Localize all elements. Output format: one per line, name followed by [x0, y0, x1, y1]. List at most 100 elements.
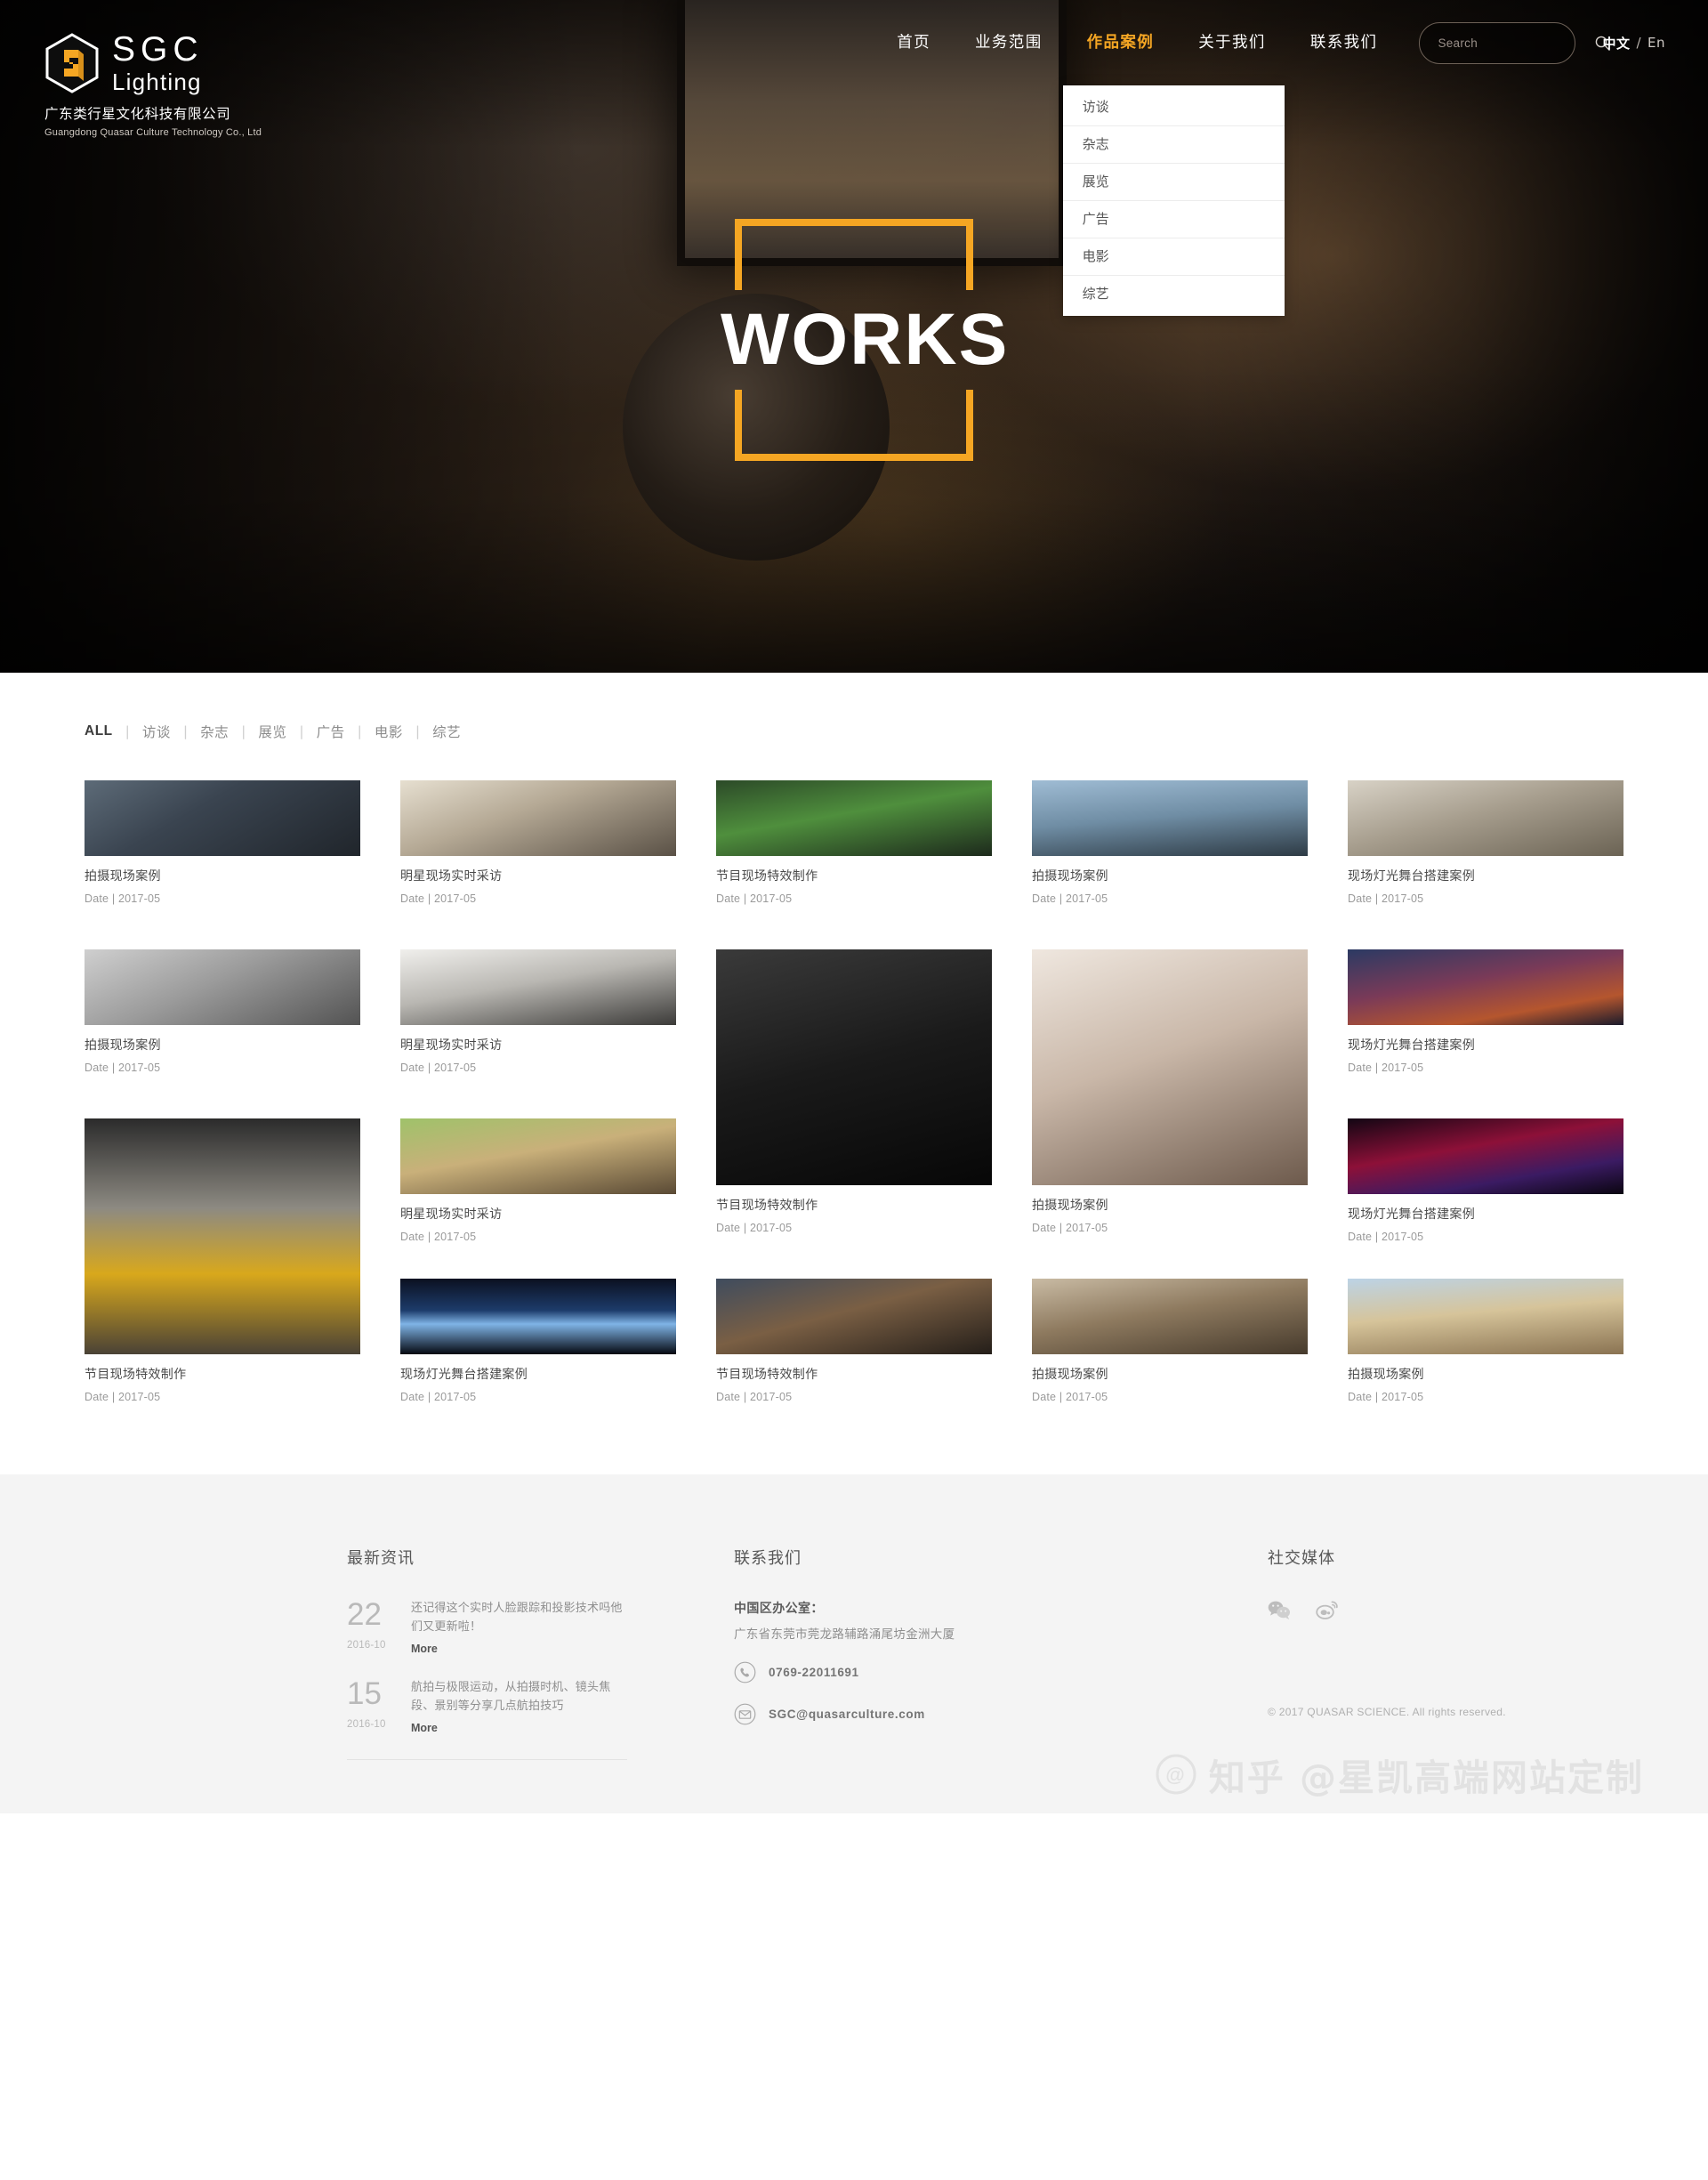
- nav-item-home[interactable]: 首页: [874, 0, 953, 85]
- lang-option-cn[interactable]: 中文: [1602, 34, 1630, 52]
- language-switcher[interactable]: 中文 / En: [1602, 34, 1665, 52]
- dropdown-item-exhibition[interactable]: 展览: [1062, 164, 1285, 201]
- lang-option-en[interactable]: En: [1648, 35, 1665, 51]
- work-thumbnail[interactable]: [400, 1118, 676, 1195]
- filter-exhibition[interactable]: 展览: [258, 722, 286, 741]
- work-card[interactable]: 拍摄现场案例 Date | 2017-05: [1032, 780, 1308, 905]
- nav-link-services[interactable]: 业务范围: [953, 0, 1065, 85]
- copyright-text: © 2017 QUASAR SCIENCE. All rights reserv…: [1268, 1706, 1506, 1718]
- lang-separator: /: [1636, 35, 1642, 51]
- search-input[interactable]: [1438, 36, 1596, 50]
- filter-film[interactable]: 电影: [375, 722, 403, 741]
- filter-all[interactable]: ALL: [85, 723, 113, 739]
- phone-number[interactable]: 0769-22011691: [769, 1666, 859, 1679]
- nav-link-contact[interactable]: 联系我们: [1288, 0, 1400, 85]
- frame-edge-bottom: [735, 454, 973, 461]
- work-card[interactable]: 节目现场特效制作 Date | 2017-05: [716, 1279, 992, 1403]
- nav-link-about[interactable]: 关于我们: [1176, 0, 1288, 85]
- news-headline: 航拍与极限运动，从拍摄时机、镜头焦段、景别等分享几点航拍技巧: [411, 1681, 611, 1714]
- work-thumbnail[interactable]: [1032, 1279, 1308, 1355]
- work-thumbnail[interactable]: [1348, 780, 1623, 857]
- work-thumbnail[interactable]: [85, 780, 360, 857]
- news-more-link[interactable]: More: [411, 1722, 438, 1734]
- work-title: 现场灯光舞台搭建案例: [1348, 1207, 1475, 1223]
- filter-magazine[interactable]: 杂志: [200, 722, 229, 741]
- frame-edge-right-top: [966, 219, 973, 290]
- work-card[interactable]: 节目现场特效制作 Date | 2017-05: [716, 949, 992, 1234]
- work-card[interactable]: 拍摄现场案例 Date | 2017-05: [85, 949, 360, 1074]
- work-card[interactable]: 节目现场特效制作 Date | 2017-05: [85, 1118, 360, 1403]
- work-thumbnail[interactable]: [400, 949, 676, 1026]
- work-thumbnail[interactable]: [1032, 780, 1308, 857]
- work-thumbnail[interactable]: [400, 780, 676, 857]
- work-caption: 现场灯光舞台搭建案例 Date | 2017-05: [1348, 856, 1623, 905]
- wechat-icon[interactable]: [1268, 1599, 1291, 1620]
- work-thumbnail[interactable]: [85, 949, 360, 1026]
- work-title: 节目现场特效制作: [716, 1368, 818, 1383]
- work-card[interactable]: 节目现场特效制作 Date | 2017-05: [716, 780, 992, 905]
- dropdown-item-film[interactable]: 电影: [1062, 238, 1285, 276]
- brand-name-secondary: Lighting: [112, 69, 202, 95]
- weibo-icon[interactable]: [1316, 1599, 1339, 1620]
- work-card[interactable]: 明星现场实时采访 Date | 2017-05: [400, 780, 676, 905]
- filter-separator: |: [125, 723, 130, 739]
- email-address[interactable]: SGC@quasarculture.com: [769, 1708, 925, 1721]
- news-day: 15: [347, 1676, 382, 1712]
- office-label: 中国区办公室：: [734, 1602, 824, 1616]
- dropdown-item-advertising[interactable]: 广告: [1062, 201, 1285, 238]
- work-thumbnail[interactable]: [1348, 949, 1623, 1026]
- work-date: Date | 2017-05: [1348, 1062, 1424, 1074]
- work-thumbnail[interactable]: [1032, 949, 1308, 1186]
- brand-logo[interactable]: SGC Lighting 广东类行星文化科技有限公司 Guangdong Qua…: [44, 32, 262, 138]
- work-thumbnail[interactable]: [716, 780, 992, 857]
- work-card[interactable]: 拍摄现场案例 Date | 2017-05: [85, 780, 360, 905]
- dropdown-item-variety[interactable]: 综艺: [1063, 276, 1285, 312]
- news-more-link[interactable]: More: [411, 1643, 438, 1655]
- work-title: 拍摄现场案例: [85, 869, 161, 884]
- footer-news-title: 最新资讯: [347, 1549, 415, 1568]
- work-caption: 拍摄现场案例 Date | 2017-05: [85, 856, 360, 905]
- work-title: 节目现场特效制作: [716, 1199, 818, 1214]
- work-date: Date | 2017-05: [1348, 1231, 1424, 1243]
- work-title: 拍摄现场案例: [85, 1038, 161, 1054]
- news-body: 还记得这个实时人脸跟踪和投影技术吗他们又更新啦！ More: [411, 1599, 627, 1657]
- social-links: [1268, 1599, 1606, 1620]
- work-thumbnail[interactable]: [716, 949, 992, 1186]
- filter-interview[interactable]: 访谈: [142, 722, 171, 741]
- work-card[interactable]: 现场灯光舞台搭建案例 Date | 2017-05: [400, 1279, 676, 1403]
- office-address: 广东省东莞市莞龙路辅路涌尾坊金洲大厦: [734, 1627, 955, 1642]
- search-box[interactable]: [1419, 21, 1611, 64]
- nav-item-services[interactable]: 业务范围: [953, 0, 1065, 85]
- nav-item-about[interactable]: 关于我们: [1176, 0, 1288, 85]
- work-card[interactable]: 拍摄现场案例 Date | 2017-05: [1348, 1279, 1623, 1403]
- work-thumbnail[interactable]: [1348, 1279, 1623, 1355]
- work-caption: 明星现场实时采访 Date | 2017-05: [400, 1194, 676, 1243]
- filter-advertising[interactable]: 广告: [317, 722, 345, 741]
- filter-variety[interactable]: 综艺: [432, 722, 461, 741]
- contact-phone-row[interactable]: 0769-22011691: [734, 1661, 1152, 1683]
- filter-separator: |: [182, 723, 189, 739]
- dropdown-item-magazine[interactable]: 杂志: [1062, 126, 1285, 164]
- work-card[interactable]: 现场灯光舞台搭建案例 Date | 2017-05: [1348, 1118, 1623, 1243]
- work-thumbnail[interactable]: [85, 1118, 360, 1355]
- work-thumbnail[interactable]: [716, 1279, 992, 1355]
- contact-email-row[interactable]: SGC@quasarculture.com: [734, 1703, 1152, 1725]
- nav-item-works[interactable]: 作品案例 访谈 杂志 展览 广告 电影 综艺: [1062, 0, 1285, 316]
- work-card[interactable]: 明星现场实时采访 Date | 2017-05: [400, 949, 676, 1074]
- work-card[interactable]: 现场灯光舞台搭建案例 Date | 2017-05: [1348, 949, 1623, 1074]
- nav-link-works[interactable]: 作品案例: [1065, 0, 1177, 85]
- dropdown-item-interview[interactable]: 访谈: [1062, 89, 1285, 126]
- news-item[interactable]: 22 2016-10 还记得这个实时人脸跟踪和投影技术吗他们又更新啦！ More: [347, 1599, 627, 1657]
- work-thumbnail[interactable]: [400, 1279, 676, 1355]
- work-card[interactable]: 拍摄现场案例 Date | 2017-05: [1032, 949, 1308, 1234]
- work-card[interactable]: 现场灯光舞台搭建案例 Date | 2017-05: [1348, 780, 1623, 905]
- work-thumbnail[interactable]: [1348, 1118, 1623, 1195]
- work-card[interactable]: 拍摄现场案例 Date | 2017-05: [1032, 1279, 1308, 1403]
- work-title: 节目现场特效制作: [716, 869, 818, 884]
- nav-link-home[interactable]: 首页: [874, 0, 953, 85]
- work-card[interactable]: 明星现场实时采访 Date | 2017-05: [400, 1118, 676, 1243]
- news-item[interactable]: 15 2016-10 航拍与极限运动，从拍摄时机、镜头焦段、景别等分享几点航拍技…: [347, 1678, 627, 1736]
- work-caption: 节目现场特效制作 Date | 2017-05: [716, 856, 992, 905]
- footer-news-column: 最新资讯 22 2016-10 还记得这个实时人脸跟踪和投影技术吗他们又更新啦！…: [347, 1546, 627, 1761]
- nav-item-contact[interactable]: 联系我们: [1288, 0, 1400, 85]
